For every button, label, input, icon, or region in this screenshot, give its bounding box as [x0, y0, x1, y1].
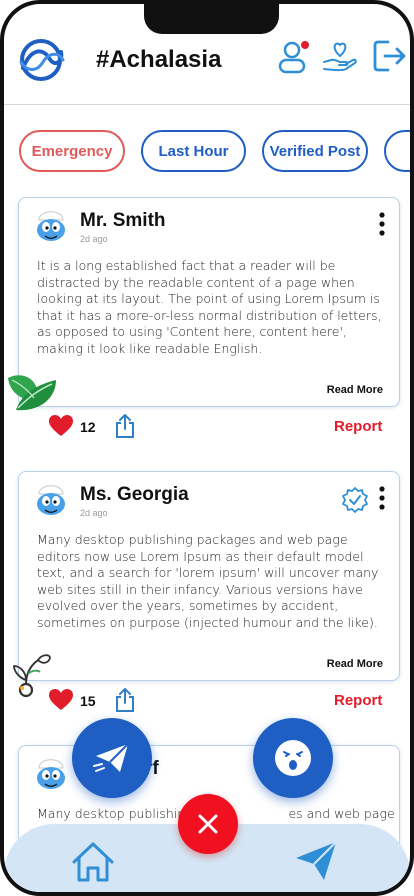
avatar[interactable]: [33, 206, 69, 244]
avatar[interactable]: [33, 754, 69, 792]
page-title: #Achalasia: [96, 46, 222, 73]
notification-dot: [301, 41, 309, 49]
filter-verified-post[interactable]: Verified Post: [262, 130, 368, 172]
care-icon[interactable]: [322, 38, 358, 74]
surprised-face-icon: [275, 740, 311, 776]
avatar[interactable]: [33, 480, 69, 518]
new-post-button[interactable]: [72, 718, 152, 798]
post-time: 2d ago: [80, 508, 108, 518]
close-icon: [198, 814, 218, 834]
filter-last-hour[interactable]: Last Hour: [141, 130, 246, 172]
filter-more[interactable]: [384, 130, 410, 172]
verified-badge-icon: [342, 487, 368, 513]
header-divider: [4, 104, 410, 105]
read-more-link[interactable]: Read More: [327, 384, 383, 396]
post-card: Mr. Smith 2d ago It is a long establishe…: [18, 197, 400, 407]
post-body: Many desktop publishing packages and web…: [37, 532, 379, 630]
post-author[interactable]: Mr. Smith: [80, 210, 166, 232]
app-header: #Achalasia: [4, 32, 410, 102]
more-options-icon[interactable]: [379, 486, 385, 510]
share-icon[interactable]: [114, 413, 136, 439]
report-button[interactable]: Report: [334, 418, 382, 435]
close-button[interactable]: [178, 794, 238, 854]
post-body: It is a long established fact that a rea…: [37, 258, 382, 356]
post-time: 2d ago: [80, 234, 108, 244]
filter-chips: Emergency Last Hour Verified Post: [4, 130, 410, 174]
logout-icon[interactable]: [372, 38, 408, 74]
like-count: 15: [80, 693, 96, 709]
post-card: Ms. Georgia 2d ago Many desktop publishi…: [18, 471, 400, 681]
leaf-icon: [8, 375, 56, 411]
read-more-link[interactable]: Read More: [327, 658, 383, 670]
report-button[interactable]: Report: [334, 692, 382, 709]
screen: #Achalasia Emergency Last Hour Verified …: [4, 4, 410, 892]
like-count: 12: [80, 419, 96, 435]
home-icon[interactable]: [70, 840, 116, 884]
logo-icon[interactable]: [9, 38, 73, 82]
post-author[interactable]: Ms. Georgia: [80, 484, 189, 506]
post-actions: 12 Report: [4, 412, 410, 442]
send-icon[interactable]: [294, 840, 338, 882]
post-actions: 15 Report: [4, 686, 410, 716]
sprout-icon: [13, 654, 51, 698]
phone-frame: #Achalasia Emergency Last Hour Verified …: [0, 0, 414, 896]
filter-emergency[interactable]: Emergency: [19, 130, 125, 172]
notch: [144, 4, 279, 34]
mood-button[interactable]: [253, 718, 333, 798]
more-options-icon[interactable]: [379, 212, 385, 236]
paper-plane-icon: [93, 743, 129, 772]
share-icon[interactable]: [114, 687, 136, 713]
